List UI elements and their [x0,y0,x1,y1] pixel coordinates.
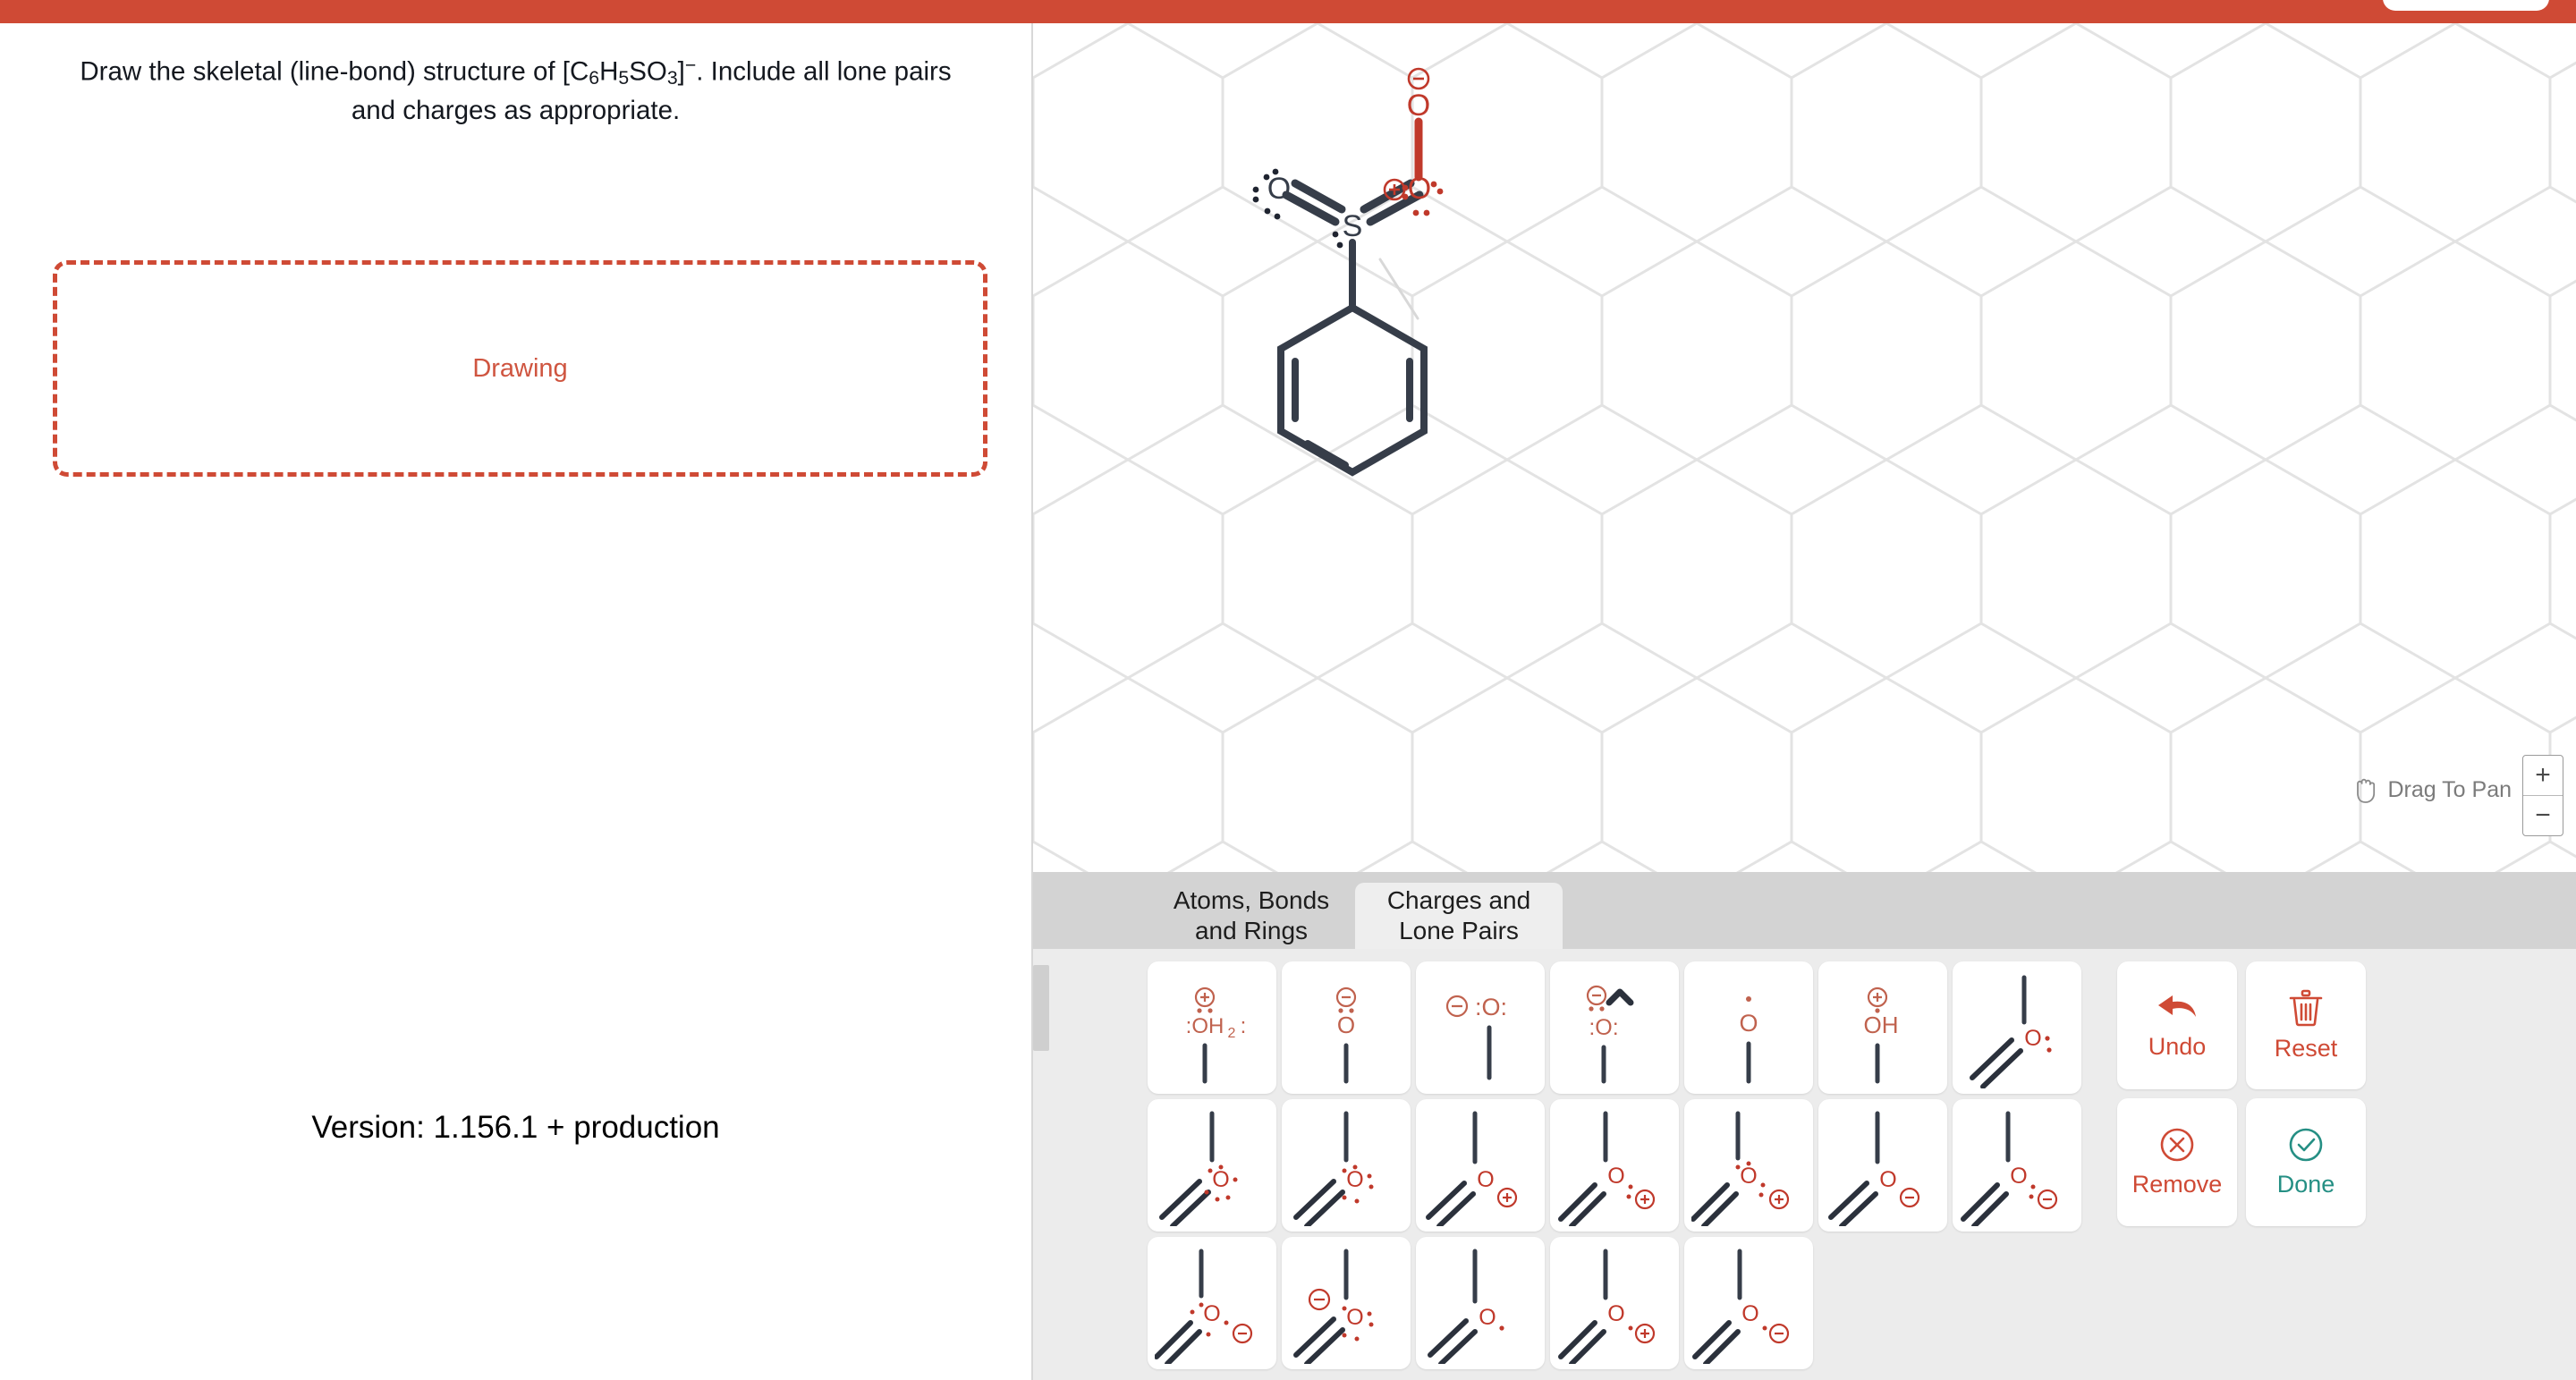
svg-text:O: O [1740,1164,1757,1189]
formula-sub-c6: 6 [589,67,600,89]
editor-panel: O S O O Drag To Pan + − Atoms, Bonds and… [1033,23,2576,1380]
atom-label-o-right[interactable]: O [1408,172,1431,206]
svg-text::O:: :O: [1589,1015,1618,1040]
palette-area: :OH 2 : O:O::O: O OH O O O O O O O O O… [1033,949,2576,1380]
undo-label: Undo [2148,1033,2207,1060]
molecule-canvas[interactable]: O S O O Drag To Pan + − [1033,23,2576,872]
svg-text:O: O [2024,1026,2041,1051]
palette-item-branch-o-dots-b[interactable]: O [1282,1099,1411,1232]
palette-item-branch-o-minus-a[interactable]: O [1818,1099,1947,1232]
drag-to-pan-hint: Drag To Pan [2351,775,2512,804]
palette-scrollbar[interactable] [1033,965,1049,1051]
tab-charges-lone-pairs[interactable]: Charges and Lone Pairs [1355,883,1563,949]
ring-inner-bond-3 [1304,440,1349,469]
palette-item-branch-o-dots-a[interactable]: O [1148,1099,1276,1232]
palette-item-branch-o-plain[interactable]: O [1416,1237,1545,1369]
trash-icon [2289,989,2323,1027]
palette-item-branch-o-minus-e[interactable]: O [1684,1237,1813,1369]
formula-sub-o3: 3 [666,67,678,89]
atom-label-o-left[interactable]: O [1267,172,1291,206]
tab-atoms-bonds-rings[interactable]: Atoms, Bonds and Rings [1148,883,1355,949]
palette-item-o-minus-dots[interactable]: O [1282,961,1411,1094]
bond-stub-faint [1378,258,1419,320]
palette-item-branch-o-plus-a[interactable]: O [1416,1099,1545,1232]
atom-label-s[interactable]: S [1343,209,1363,243]
svg-text:O: O [1607,1301,1624,1326]
svg-text:O: O [1879,1167,1896,1192]
zoom-out-button[interactable]: − [2523,796,2563,835]
editor-tabstrip: Atoms, Bonds and Rings Charges and Lone … [1033,872,2576,949]
zoom-in-button[interactable]: + [2523,756,2563,795]
palette-item-branch-o-plus-c[interactable]: O [1684,1099,1813,1232]
main-body: Draw the skeletal (line-bond) structure … [0,23,2576,1380]
reset-button[interactable]: Reset [2246,961,2366,1089]
svg-text:O: O [1477,1167,1494,1192]
atom-label-o-top[interactable]: O [1407,89,1430,123]
svg-text:O: O [1203,1301,1220,1326]
prompt-part-1: Draw the skeletal (line-bond) structure … [80,56,589,87]
remove-label: Remove [2131,1171,2223,1198]
zoom-controls: + − [2522,755,2563,836]
palette-item-oh-plus[interactable]: OH [1818,961,1947,1094]
done-button[interactable]: Done [2246,1098,2366,1226]
lone-pair-s [1332,231,1343,249]
palette-item-o-minus-inline[interactable]: :O: [1416,961,1545,1094]
prompt-part-3: SO [629,56,667,87]
prompt-part-4: ] [677,56,685,87]
fragment-palette: :OH 2 : O:O::O: O OH O O O O O O O O O… [1148,961,2081,1380]
circle-x-icon [2160,1128,2194,1162]
palette-item-double-o-dots-1[interactable]: O [1953,961,2081,1094]
palette-item-branch-o-plus-b[interactable]: O [1550,1099,1679,1232]
palette-item-o-minus-wedge[interactable]: :O: [1550,961,1679,1094]
done-label: Done [2276,1171,2335,1198]
tab-atoms-line2: and Rings [1194,917,1309,944]
svg-text::OH: :OH [1186,1014,1224,1038]
svg-text:O: O [1479,1305,1496,1330]
palette-item-branch-o-plus-d[interactable]: O [1550,1237,1679,1369]
drawing-dropzone-label: Drawing [472,353,568,383]
action-buttons: Undo Reset Remove Done [2117,961,2366,1380]
palette-item-o-radical[interactable]: O [1684,961,1813,1094]
palette-item-branch-o-minus-b[interactable]: O [1953,1099,2081,1232]
svg-text:O: O [2010,1164,2027,1189]
svg-text::: : [1241,1014,1247,1038]
palette-item-oh2-plus[interactable]: :OH 2 : [1148,961,1276,1094]
benzene-ring[interactable] [1277,303,1428,477]
question-panel: Draw the skeletal (line-bond) structure … [0,23,1033,1380]
app-root: Draw the skeletal (line-bond) structure … [0,0,2576,1380]
svg-text::O:: :O: [1475,994,1507,1020]
svg-text:O: O [1741,1301,1758,1326]
prompt-part-2: H [599,56,619,87]
drawing-dropzone[interactable]: Drawing [53,260,987,477]
formula-sub-h5: 5 [618,67,630,89]
hand-icon [2357,778,2376,803]
tab-charges-line2: Lone Pairs [1399,917,1519,944]
drag-to-pan-label: Drag To Pan [2387,776,2512,802]
tab-atoms-line1: Atoms, Bonds [1173,885,1330,914]
svg-text:O: O [1346,1167,1363,1192]
formula-charge-sup: − [684,55,697,76]
version-label: Version: 1.156.1 + production [311,1110,720,1145]
circle-check-icon [2289,1128,2323,1162]
header-notch [2383,0,2549,11]
palette-item-branch-o-minus-c[interactable]: O [1148,1237,1276,1369]
svg-text:2: 2 [1228,1026,1236,1041]
remove-button[interactable]: Remove [2117,1098,2237,1226]
drawn-molecule[interactable]: O S O O [1033,23,2576,872]
undo-button[interactable]: Undo [2117,961,2237,1089]
undo-arrow-icon [2158,995,2196,1017]
svg-text:O: O [1337,1012,1355,1038]
svg-text:OH: OH [1864,1012,1899,1038]
tab-charges-line1: Charges and [1386,885,1531,914]
top-header-bar [0,0,2576,23]
question-prompt: Draw the skeletal (line-bond) structure … [64,52,968,131]
svg-text:O: O [1607,1164,1624,1189]
svg-text:O: O [1212,1167,1229,1192]
svg-text:O: O [1346,1305,1363,1330]
palette-item-branch-o-minus-d[interactable]: O [1282,1237,1411,1369]
reset-label: Reset [2274,1035,2338,1062]
svg-text:O: O [1739,1010,1758,1037]
